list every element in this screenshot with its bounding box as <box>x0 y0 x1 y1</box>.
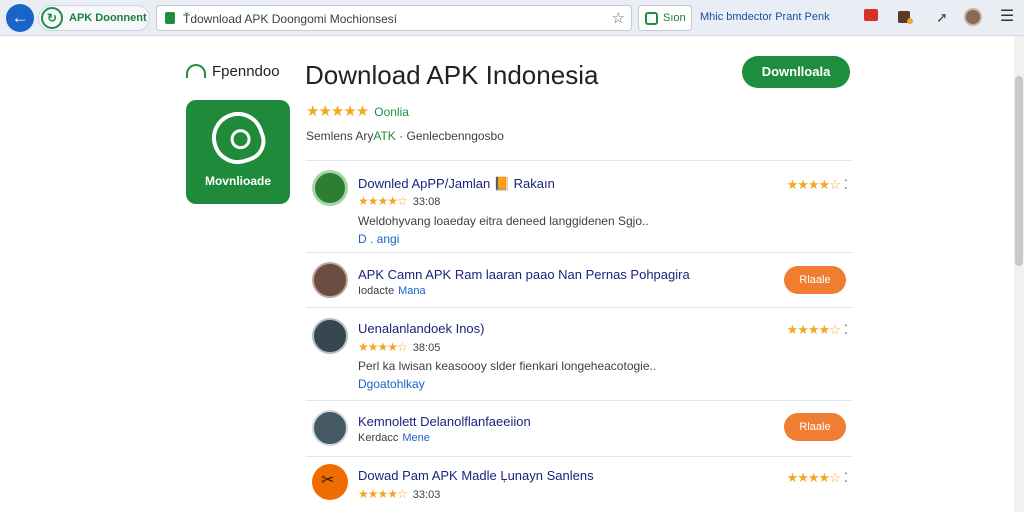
pin-icon[interactable]: ➚ <box>933 8 951 26</box>
avatar <box>312 410 348 446</box>
brand-text: Fpenndoo <box>212 63 280 80</box>
avatar <box>312 318 348 354</box>
item-meta-link[interactable]: Mana <box>398 285 426 297</box>
app-rating: ★★★★★ Oonlia <box>306 102 409 121</box>
scroll-thumb[interactable] <box>1015 76 1023 266</box>
item-rating: ★★★★☆ 33:03 <box>358 487 440 501</box>
meta-highlight[interactable]: ATK <box>373 129 395 143</box>
item-description: Weldohyvang loaeday eitra deneed langgid… <box>358 214 649 228</box>
item-side-rating: ★★★★☆ ⁚ <box>787 177 848 193</box>
item-title[interactable]: Uenalanlandoek Inos) <box>358 321 484 336</box>
page-title: Download APK Indonesia <box>305 60 599 90</box>
list-item[interactable]: Uenalanlandoek Inos) ★★★★☆ 38:05 Perl ka … <box>306 312 852 398</box>
divider <box>306 307 852 308</box>
item-meta-link[interactable]: Mene <box>402 432 430 444</box>
app-meta: Semlens AryATK · Genlecbenngosbo <box>306 129 504 143</box>
address-bar[interactable]: Ťdownload APK Doongomi Mochionsesí ☆ <box>156 5 632 31</box>
more-options-icon[interactable]: ⁚ <box>844 177 848 192</box>
lock-icon <box>165 12 175 24</box>
meta-prefix: Semlens Ary <box>306 129 374 143</box>
item-meta-prefix: Kerdacc <box>358 432 399 444</box>
item-link[interactable]: D . angi <box>358 232 399 246</box>
item-rating-value: 33:08 <box>412 196 441 208</box>
item-stars-icon: ★★★★☆ <box>358 487 408 501</box>
side-stars-icon: ★★★★☆ <box>786 322 841 337</box>
back-arrow-icon[interactable]: ← <box>6 4 34 32</box>
side-stars-icon: ★★★★☆ <box>786 470 841 485</box>
more-options-icon[interactable]: ⁚ <box>844 470 848 485</box>
extension-link[interactable]: Mhic bmdector Prant Penk <box>700 11 830 23</box>
page-scrollbar[interactable] <box>1014 36 1024 512</box>
extension-icon[interactable] <box>896 8 914 26</box>
list-item[interactable]: Downled ApPP/Jamlan 📙 Rakaın ★★★★☆ 33:08 … <box>306 166 852 252</box>
avatar <box>312 170 348 206</box>
item-stars-icon: ★★★★☆ <box>358 194 408 208</box>
side-stars-icon: ★★★★☆ <box>786 177 841 192</box>
item-title[interactable]: Kemnolett Delanolflanfaeeiion <box>358 414 531 429</box>
divider <box>306 160 852 161</box>
profile-avatar-icon[interactable] <box>964 8 982 26</box>
app-icon: Movnlioade <box>186 100 290 204</box>
item-meta-prefix: Iodacte <box>358 285 395 297</box>
app-icon-label: Movnlioade <box>204 174 271 188</box>
item-rating: ★★★★☆ 38:05 <box>358 340 440 354</box>
avatar <box>312 464 348 500</box>
item-link[interactable]: Dgoatohlkay <box>358 377 425 391</box>
divider <box>306 456 852 457</box>
app-glyph-icon <box>204 104 272 172</box>
divider <box>306 252 852 253</box>
menu-icon[interactable]: ☰ <box>998 8 1016 26</box>
item-meta: Iodacte Mana <box>358 285 426 297</box>
item-side-rating: ★★★★☆ ⁚ <box>787 322 848 338</box>
shield-icon <box>645 12 658 25</box>
avatar <box>312 262 348 298</box>
sign-in-label: Sıon <box>663 12 686 24</box>
reload-icon[interactable]: ↻ <box>41 7 63 29</box>
tab-label: APK Doonnent <box>69 12 147 24</box>
rating-stars-icon: ★★★★★ <box>306 103 369 120</box>
item-side-rating: ★★★★☆ ⁚ <box>787 470 848 486</box>
item-meta: Kerdacc Mene <box>358 432 430 444</box>
item-title[interactable]: APK Camn APK Ram laaran paao Nan Pernas … <box>358 267 690 282</box>
sign-in-button[interactable]: Sıon <box>638 5 692 31</box>
rating-label: Oonlia <box>374 105 409 119</box>
item-rating-value: 33:03 <box>412 489 441 501</box>
more-options-icon[interactable]: ⁚ <box>844 322 848 337</box>
item-title[interactable]: Dowad Pam APK Madle Ļunayn Sanlens <box>358 468 594 483</box>
flag-icon[interactable] <box>862 8 880 26</box>
list-item[interactable]: Dowad Pam APK Madle Ļunayn Sanlens ★★★★☆… <box>306 460 852 512</box>
browser-toolbar: ← ↻ APK Doonnent Ťdownload APK Doongomi … <box>0 0 1024 36</box>
list-item[interactable]: Kemnolett Delanolflanfaeeiion Kerdacc Men… <box>306 405 852 455</box>
item-description: Perl ka lwisan keasoooy slder fienkari l… <box>358 359 657 373</box>
list-item[interactable]: APK Camn APK Ram laaran paao Nan Pernas … <box>306 258 852 306</box>
download-button[interactable]: Downlloala <box>742 56 850 88</box>
item-action-button[interactable]: Rlaale <box>784 413 846 441</box>
browser-tab[interactable]: ↻ APK Doonnent <box>38 5 150 31</box>
brand-logo-icon <box>186 64 206 78</box>
item-action-button[interactable]: Rlaale <box>784 266 846 294</box>
item-rating: ★★★★☆ 33:08 <box>358 194 440 208</box>
divider <box>306 400 852 401</box>
meta-suffix: Genlecbenngosbo <box>406 129 504 143</box>
item-title[interactable]: Downled ApPP/Jamlan 📙 Rakaın <box>358 176 555 192</box>
bookmark-star-icon[interactable]: ☆ <box>612 9 625 27</box>
item-stars-icon: ★★★★☆ <box>358 340 408 354</box>
url-text[interactable]: Ťdownload APK Doongomi Mochionsesí <box>183 12 397 26</box>
item-rating-value: 38:05 <box>412 342 441 354</box>
